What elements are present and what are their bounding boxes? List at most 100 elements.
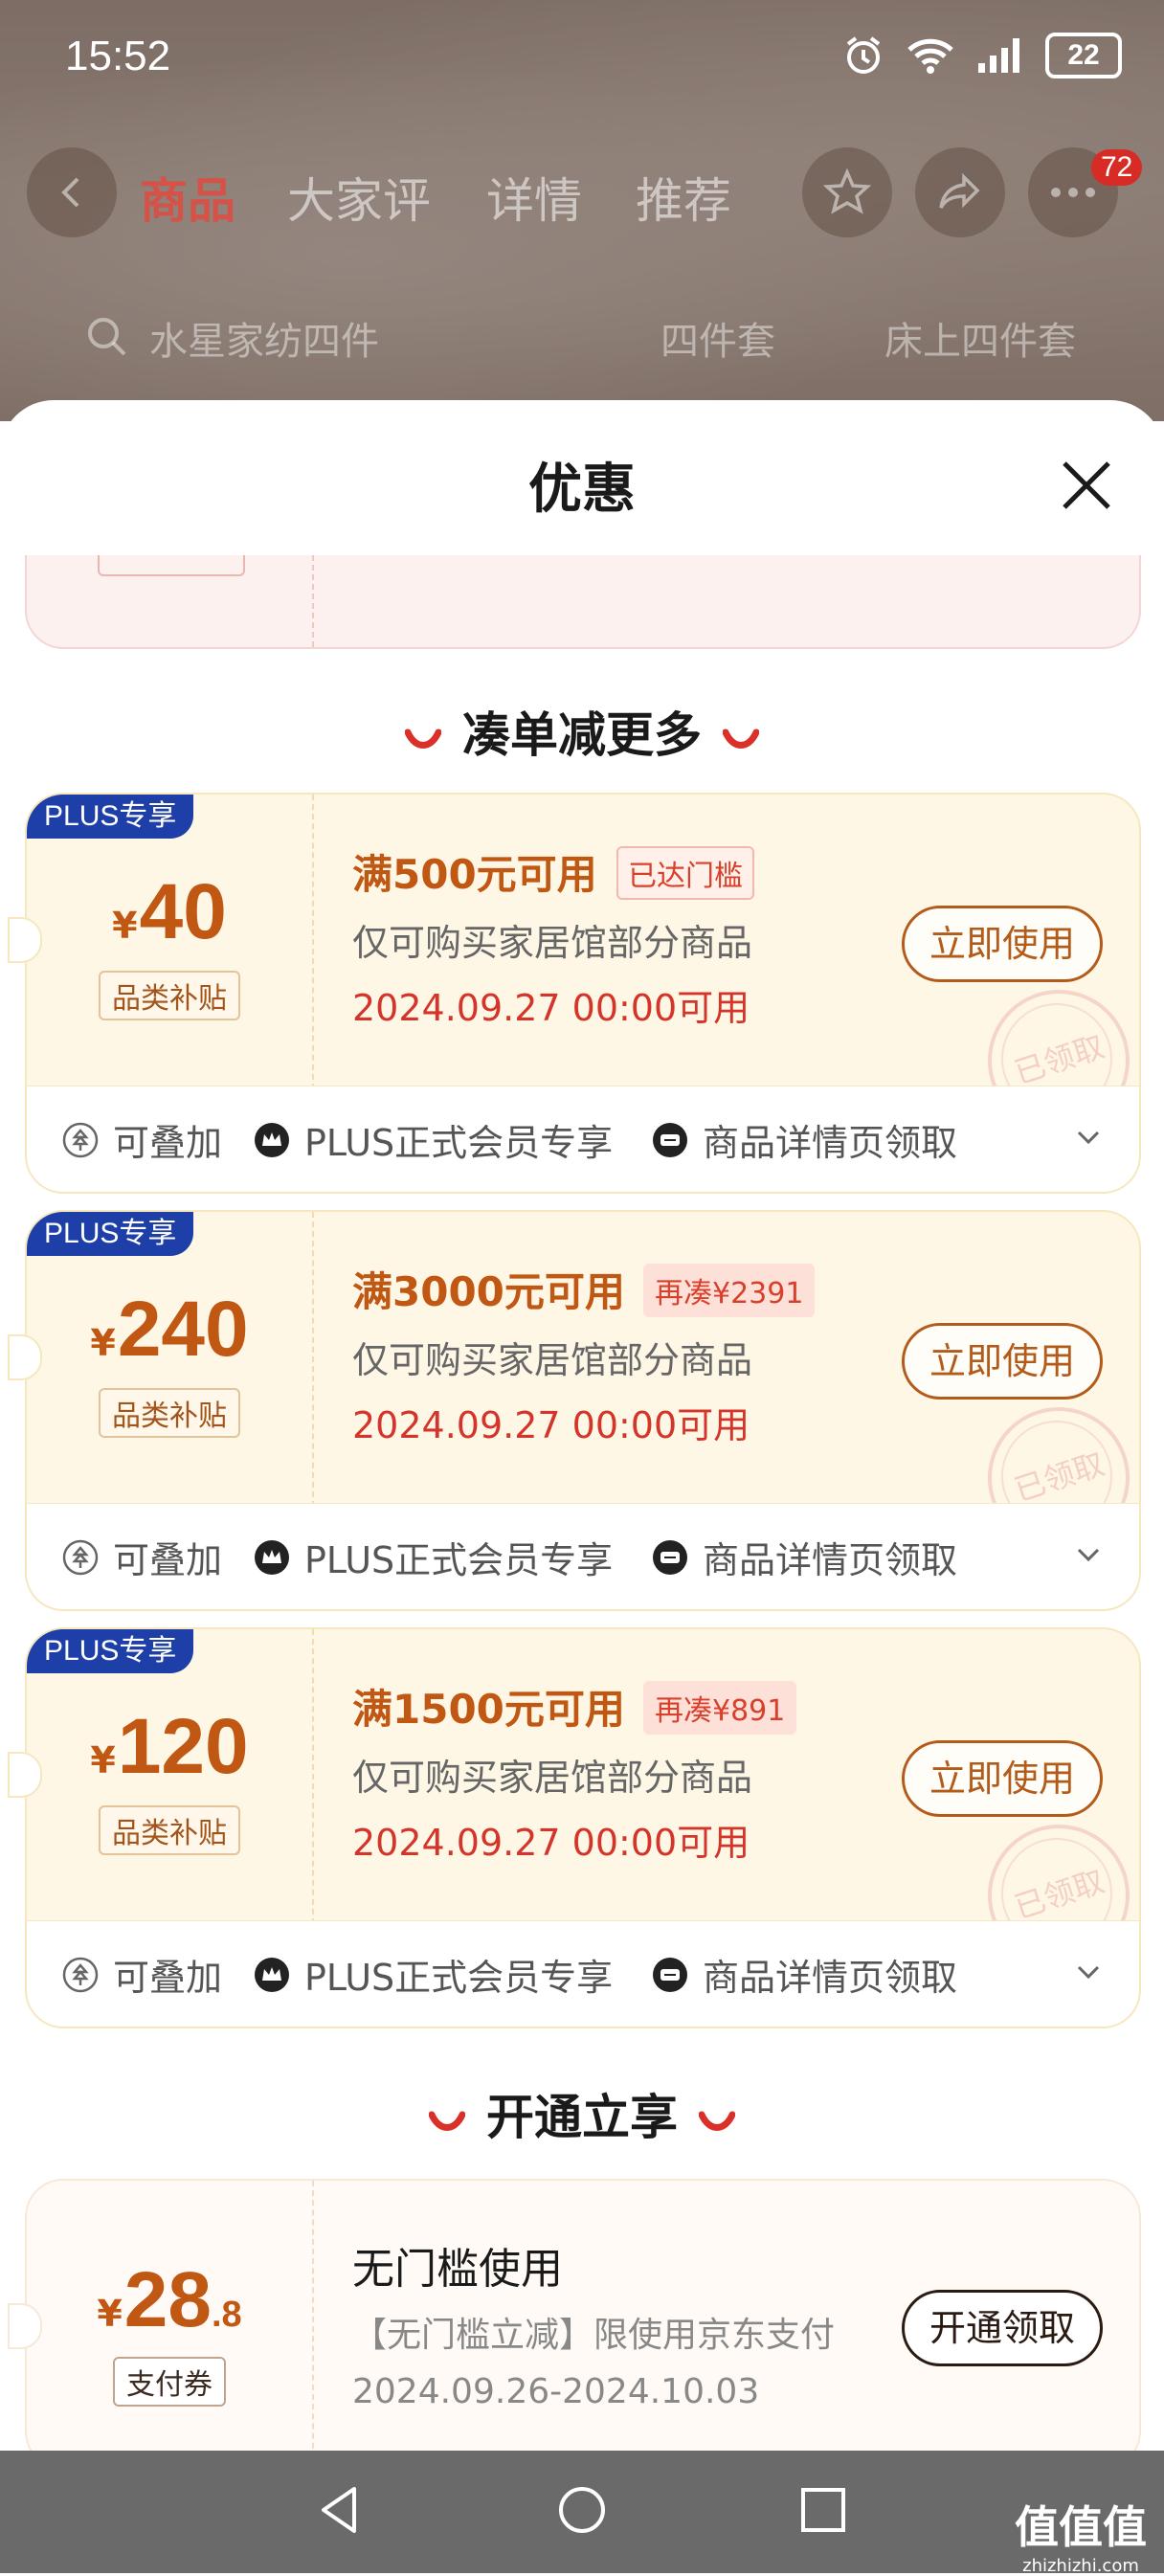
claim-source-info: 商品详情页领取	[651, 1531, 957, 1583]
tab-product[interactable]: 商品	[140, 163, 235, 232]
category-tag: 品类补贴	[27, 971, 312, 1020]
amount-value: 240	[117, 1286, 249, 1373]
coupon-divider	[312, 1629, 314, 1924]
plus-member-info: PLUS正式会员专享	[253, 1113, 613, 1166]
plus-exclusive-badge: PLUS专享	[27, 795, 194, 839]
coupon-valid-period: 2024.09.26-2024.10.03	[352, 2372, 760, 2411]
yen-symbol: ¥	[112, 905, 138, 947]
footer-label: 商品详情页领取	[703, 1122, 958, 1164]
coupon-body: PLUS专享 ¥240 品类补贴 满3000元可用 再凑¥2391 仅可购买家居…	[25, 1210, 1141, 1509]
coupon-footer[interactable]: 可叠加 PLUS正式会员专享 商品详情页领取	[25, 1086, 1141, 1194]
coupon-footer[interactable]: 可叠加 PLUS正式会员专享 商品详情页领取	[25, 1920, 1141, 2028]
share-button[interactable]	[915, 147, 1005, 237]
threshold-badge: 已达门槛	[616, 846, 754, 900]
battery-indicator: 22	[1045, 33, 1122, 78]
coupon-valid-date: 2024.09.27 00:00可用	[352, 987, 750, 1029]
stack-icon	[62, 1122, 99, 1157]
amount-value: 120	[117, 1703, 249, 1790]
chevron-down-icon[interactable]	[1074, 1123, 1103, 1152]
yen-symbol: ¥	[90, 1322, 116, 1364]
claimed-stamp: 已领取	[988, 990, 1130, 1091]
coupon-divider	[312, 1212, 314, 1507]
tab-recommend[interactable]: 推荐	[636, 163, 731, 232]
previous-coupon-card	[25, 555, 1141, 649]
section-header-open-enjoy: 开通立享	[0, 2079, 1164, 2148]
use-now-button[interactable]: 立即使用	[902, 1323, 1103, 1400]
claimed-stamp: 已领取	[988, 1407, 1130, 1509]
coupon-condition: 满1500元可用	[352, 1686, 625, 1733]
chevron-down-icon[interactable]	[1074, 1540, 1103, 1569]
footer-label: PLUS正式会员专享	[304, 1122, 614, 1164]
stamp-text: 已领取	[1010, 1445, 1109, 1509]
nav-back-icon[interactable]	[312, 2481, 369, 2539]
footer-label: 可叠加	[113, 1539, 223, 1581]
sheet-title: 优惠	[528, 459, 636, 521]
wifi-icon	[907, 38, 953, 74]
chevron-down-icon[interactable]	[1074, 1958, 1103, 1986]
favorite-button[interactable]	[802, 147, 892, 237]
tab-details[interactable]: 详情	[486, 163, 582, 232]
category-label: 品类补贴	[99, 1805, 240, 1855]
ticket-icon	[653, 1957, 687, 1992]
search-icon	[88, 318, 126, 356]
smile-icon	[699, 2111, 735, 2131]
coupon-scope: 仅可购买家居馆部分商品	[352, 1339, 753, 1381]
plus-member-info: PLUS正式会员专享	[253, 1531, 613, 1583]
footer-label: PLUS正式会员专享	[304, 1539, 614, 1581]
system-navigation-bar	[0, 2451, 1164, 2573]
search-suggestion[interactable]: 床上四件套	[884, 310, 1076, 366]
coupon-amount: ¥240	[27, 1285, 312, 1375]
use-now-button[interactable]: 立即使用	[902, 906, 1103, 982]
stackable-info: 可叠加	[61, 1948, 222, 2001]
open-and-claim-button[interactable]: 开通领取	[902, 2290, 1103, 2366]
footer-label: 商品详情页领取	[703, 1539, 958, 1581]
category-label: 支付券	[113, 2357, 226, 2407]
coupon-valid-date: 2024.09.27 00:00可用	[352, 1822, 750, 1864]
coupon-card: PLUS专享 ¥40 品类补贴 满500元可用 已达门槛 仅可购买家居馆部分商品…	[8, 793, 1141, 1194]
status-time: 15:52	[65, 33, 171, 79]
smile-icon	[429, 2111, 465, 2131]
category-label: 品类补贴	[99, 971, 240, 1020]
use-now-button[interactable]: 立即使用	[902, 1740, 1103, 1817]
payment-coupon-card: ¥28.8 支付券 无门槛使用 【无门槛立减】限使用京东支付 2024.09.2…	[25, 2179, 1141, 2451]
search-suggestion[interactable]: 四件套	[660, 310, 775, 366]
crown-icon	[255, 1539, 289, 1575]
stackable-info: 可叠加	[61, 1113, 222, 1166]
watermark-text: 值值值	[1015, 2501, 1147, 2553]
section-title: 凑单减更多	[462, 707, 702, 763]
claim-source-info: 商品详情页领取	[651, 1948, 957, 2001]
tab-reviews[interactable]: 大家评	[287, 163, 431, 232]
watermark: 值值值 zhizhizhi.com	[1015, 2493, 1147, 2576]
signal-icon	[978, 38, 1019, 73]
stack-icon	[62, 1957, 99, 1992]
crown-icon	[255, 1122, 289, 1157]
footer-label: 可叠加	[113, 1122, 223, 1164]
coupon-scope: 仅可购买家居馆部分商品	[352, 1757, 753, 1799]
status-bar: 15:52 22	[0, 0, 1164, 115]
coupon-condition: 满500元可用	[352, 851, 597, 898]
coupon-description: 【无门槛立减】限使用京东支付	[352, 2316, 836, 2355]
coupon-body: PLUS专享 ¥40 品类补贴 满500元可用 已达门槛 仅可购买家居馆部分商品…	[25, 793, 1141, 1091]
product-top-nav: 商品 大家评 详情 推荐	[0, 144, 1164, 249]
coupon-scope: 仅可购买家居馆部分商品	[352, 922, 753, 964]
more-dots-icon	[1051, 188, 1095, 197]
ticket-icon	[653, 1539, 687, 1575]
nav-home-icon[interactable]	[553, 2481, 611, 2539]
coupon-amount: ¥40	[27, 867, 312, 957]
coupon-card: PLUS专享 ¥120 品类补贴 满1500元可用 再凑¥891 仅可购买家居馆…	[8, 1627, 1141, 2028]
footer-label: 可叠加	[113, 1957, 223, 1999]
chevron-left-icon	[61, 177, 79, 208]
coupon-footer[interactable]: 可叠加 PLUS正式会员专享 商品详情页领取	[25, 1503, 1141, 1611]
nav-recents-icon[interactable]	[795, 2481, 852, 2539]
coupon-amount: ¥120	[27, 1702, 312, 1792]
footer-label: 商品详情页领取	[703, 1957, 958, 1999]
plus-exclusive-badge: PLUS专享	[27, 1212, 194, 1256]
smile-icon	[723, 728, 759, 749]
previous-coupon-tag	[98, 555, 245, 576]
back-button[interactable]	[27, 147, 117, 237]
close-icon[interactable]	[1053, 452, 1120, 519]
yen-symbol: ¥	[90, 1739, 116, 1781]
search-suggestion[interactable]: 水星家纺四件	[149, 310, 379, 366]
stamp-text: 已领取	[1010, 1027, 1109, 1091]
yen-symbol: ¥	[97, 2293, 123, 2335]
